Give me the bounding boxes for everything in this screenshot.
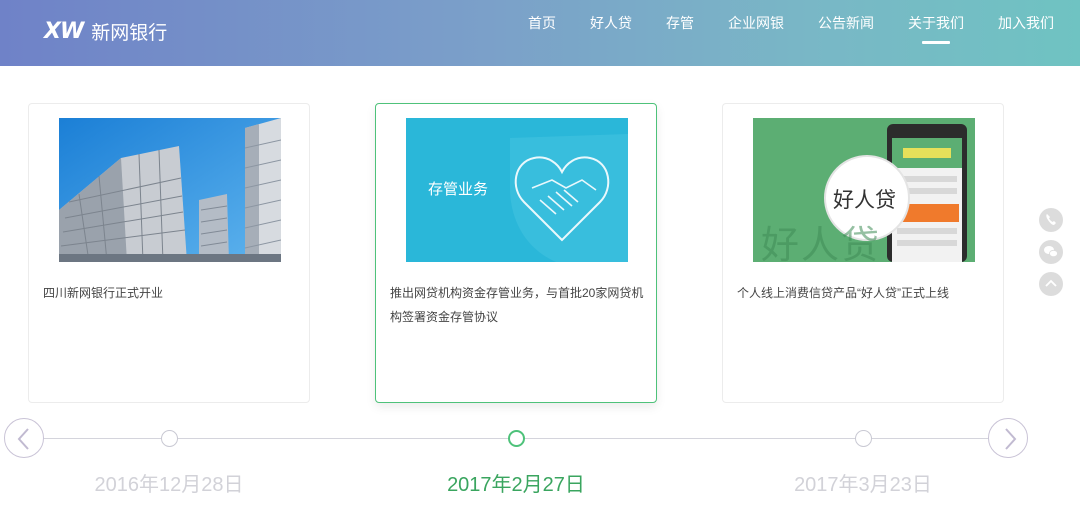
side-phone-button[interactable] [1039,208,1063,232]
card-1-text: 四川新网银行正式开业 [43,286,164,300]
logo-text: 新网银行 [91,22,168,44]
nav-item-corporate-banking[interactable]: 企业网银 [728,0,784,66]
back-to-top-icon [1045,279,1057,287]
timeline-dot-3[interactable] [855,430,872,447]
main-nav: 首页 好人贷 存管 企业网银 公告新闻 关于我们 加入我们 [494,0,1054,66]
skyscraper-image [59,118,281,262]
card-3-text: 个人线上消费信贷产品“好人贷”正式上线 [737,286,949,300]
timeline-card-3[interactable]: 好人贷 好人贷 个人线上消费信贷产品“好人贷”正式上线 [722,103,1004,403]
card-2-text: 推出网贷机构资金存管业务，与首批20家网贷机构签署资金存管协议 [390,286,644,324]
side-wechat-button[interactable] [1039,240,1063,264]
custody-service-image: 存管业务 [406,118,628,262]
custody-image-caption: 存管业务 [428,181,489,198]
logo-mark: XW [44,18,84,44]
wechat-icon [1044,246,1058,258]
haorendai-badge: 好人贷 [833,189,896,212]
nav-item-news[interactable]: 公告新闻 [818,0,874,66]
logo[interactable]: XW 新网银行 [44,14,167,48]
timeline-date-1[interactable]: 2016年12月28日 [59,468,279,497]
timeline-dot-2[interactable] [508,430,525,447]
nav-item-join-us[interactable]: 加入我们 [998,0,1054,66]
timeline-date-2[interactable]: 2017年2月27日 [406,468,626,497]
timeline-card-1[interactable]: 四川新网银行正式开业 [28,103,310,403]
phone-icon [1046,214,1056,225]
chevron-right-icon [1005,428,1017,450]
nav-item-home[interactable]: 首页 [528,0,556,66]
timeline-card-2[interactable]: 存管业务 推出网贷机构资金存管业务，与首批20家网贷机构签署资金存管协议 [375,103,657,403]
nav-item-haorendai[interactable]: 好人贷 [590,0,632,66]
timeline-prev-button[interactable] [4,418,44,458]
timeline-date-3[interactable]: 2017年3月23日 [753,468,973,497]
nav-item-about-us[interactable]: 关于我们 [908,0,964,66]
timeline-next-button[interactable] [988,418,1028,458]
site-header: XW 新网银行 首页 好人贷 存管 企业网银 公告新闻 关于我们 加入我们 [0,0,1080,66]
chevron-left-icon [17,428,29,450]
timeline-dot-1[interactable] [161,430,178,447]
haorendai-promo-image: 好人贷 好人贷 [753,118,975,262]
side-back-to-top-button[interactable] [1039,272,1063,296]
nav-item-custody[interactable]: 存管 [666,0,694,66]
haorendai-watermark: 好人贷 [761,225,882,262]
